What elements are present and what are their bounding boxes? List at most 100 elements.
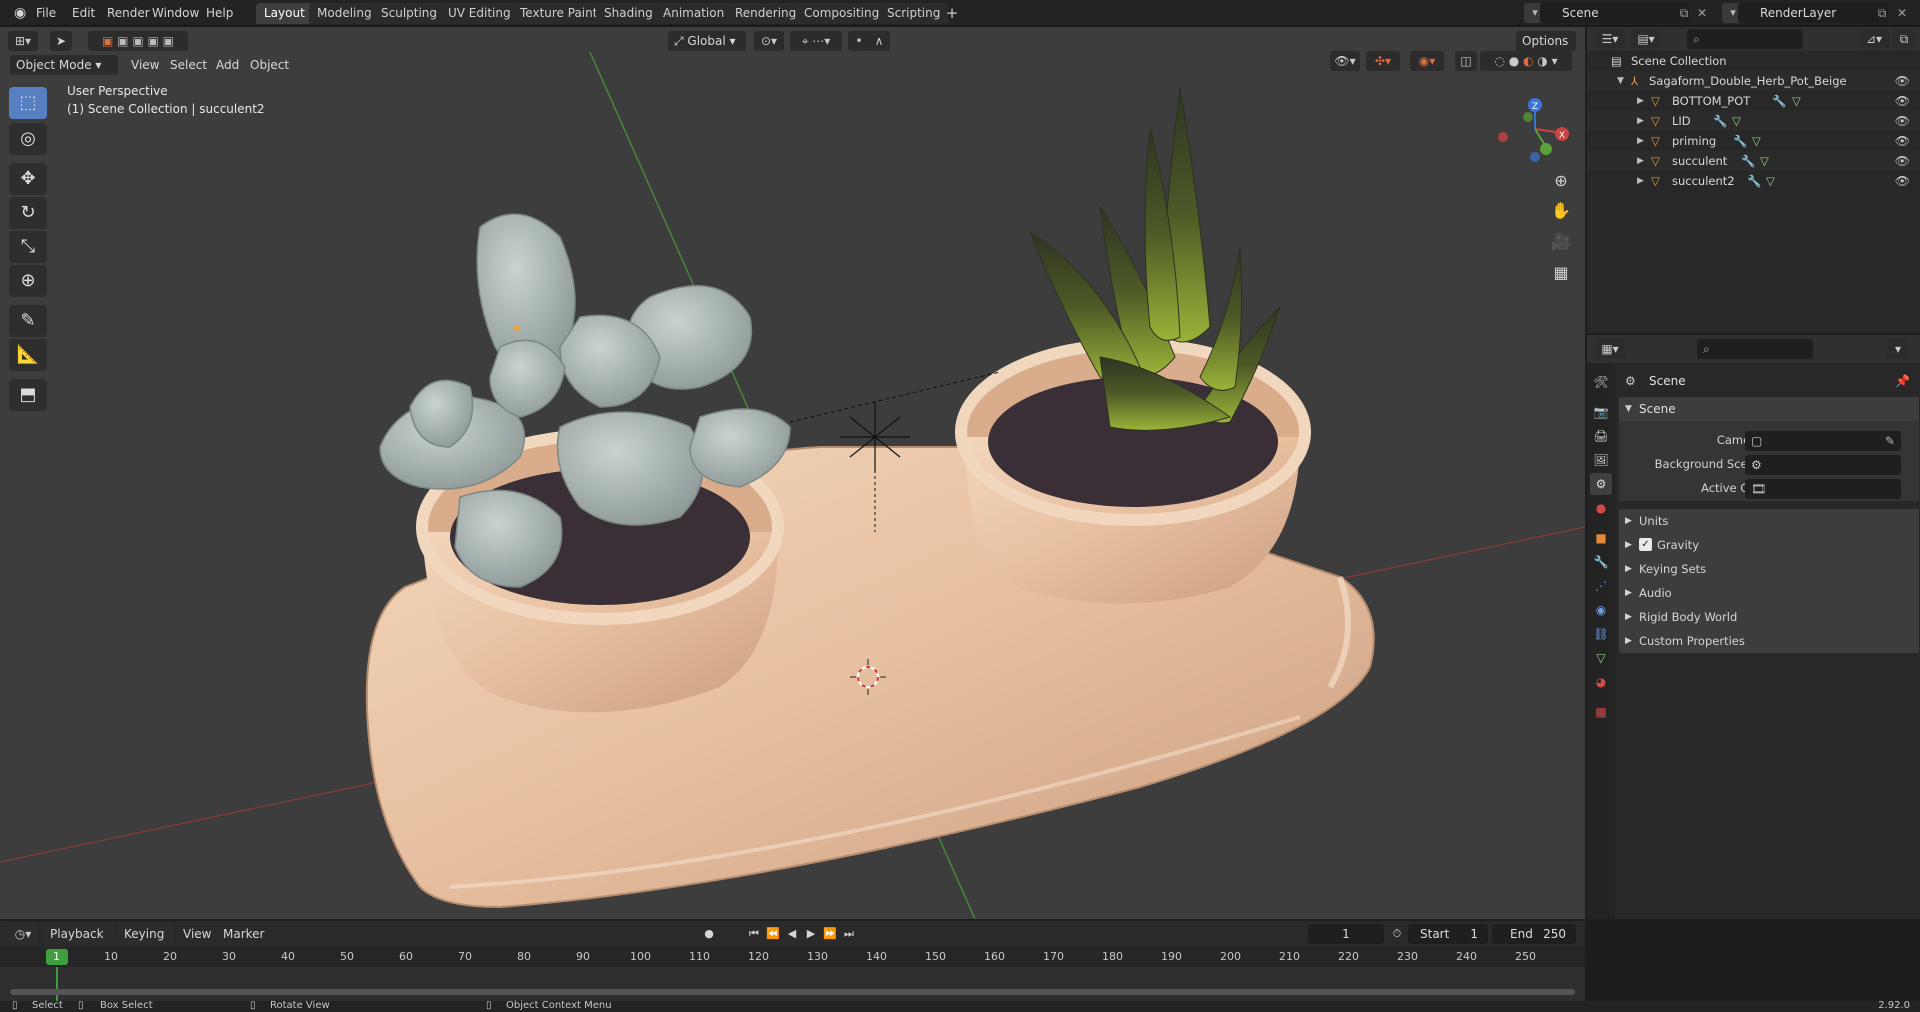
measure-tool-icon[interactable]: 📐 xyxy=(9,339,47,371)
jump-keyframe-back-icon[interactable]: ⏪ xyxy=(764,926,782,942)
add-workspace-button[interactable]: + xyxy=(942,3,962,24)
play-reverse-icon[interactable]: ◀ xyxy=(783,926,801,942)
outliner-row-priming[interactable]: ▶ ▽ priming 🔧 ▽ 👁 xyxy=(1587,131,1920,151)
visibility-eye-icon[interactable]: 👁 xyxy=(1895,111,1910,131)
object-mode-dropdown[interactable]: Object Mode ▾ xyxy=(10,55,118,75)
rigid-body-world-panel[interactable]: ▶ Rigid Body World xyxy=(1619,605,1919,629)
particles-tab-icon[interactable]: ⋰ xyxy=(1590,575,1612,597)
outliner-row-succulent2[interactable]: ▶ ▽ succulent2 🔧 ▽ 👁 xyxy=(1587,171,1920,191)
display-mode-icon[interactable]: ▤▾ xyxy=(1631,29,1661,49)
jump-keyframe-forward-icon[interactable]: ⏩ xyxy=(821,926,839,942)
outliner-row-bottom-pot[interactable]: ▶ ▽ BOTTOM_POT 🔧 ▽ 👁 xyxy=(1587,91,1920,111)
tab-modeling[interactable]: Modeling xyxy=(309,3,380,24)
blender-logo-icon[interactable]: ◉ xyxy=(8,0,30,26)
visibility-eye-icon[interactable]: 👁 xyxy=(1895,171,1910,191)
output-tab-icon[interactable]: 🖨 xyxy=(1590,425,1612,447)
material-tab-icon[interactable]: ◕ xyxy=(1590,671,1612,693)
selection-mode-icons[interactable]: ▣ ▣ ▣ ▣ ▣ xyxy=(88,31,188,51)
camera-view-icon[interactable]: 🎥 xyxy=(1547,228,1575,256)
jump-end-icon[interactable]: ⏭ xyxy=(840,926,858,942)
modifier-tab-icon[interactable]: 🔧 xyxy=(1590,551,1612,573)
ortho-grid-icon[interactable]: ▦ xyxy=(1547,259,1575,287)
tab-uv-editing[interactable]: UV Editing xyxy=(440,3,519,24)
viewport-menu-view[interactable]: View xyxy=(126,55,164,75)
proportional-edit-icon[interactable]: • xyxy=(848,31,870,51)
options-dropdown[interactable]: Options ▾ xyxy=(1516,31,1576,68)
zoom-icon[interactable]: ⊕ xyxy=(1547,167,1575,195)
rotate-tool-icon[interactable]: ↻ xyxy=(9,197,47,229)
viewport-menu-object[interactable]: Object xyxy=(245,55,294,75)
eyedropper-icon[interactable]: ✎ xyxy=(1885,431,1895,451)
outliner-row-scene-collection[interactable]: ▤ Scene Collection xyxy=(1587,51,1920,71)
timeline-scrollbar[interactable] xyxy=(10,989,1575,995)
menu-edit[interactable]: Edit xyxy=(66,0,101,26)
editor-type-icon[interactable]: ⊞▾ xyxy=(8,31,38,51)
gravity-checkbox[interactable]: ✓ xyxy=(1639,538,1652,551)
view-layer-tab-icon[interactable]: 🖼 xyxy=(1590,449,1612,471)
properties-search-input[interactable]: ⌕ xyxy=(1697,339,1813,359)
object-tab-icon[interactable]: ■ xyxy=(1590,527,1612,549)
start-frame-field[interactable]: Start 1 xyxy=(1408,924,1488,944)
viewport-menu-select[interactable]: Select xyxy=(165,55,212,75)
timeline-track-area[interactable] xyxy=(0,967,1585,1001)
falloff-icon[interactable]: ∧ xyxy=(868,31,890,51)
properties-options-icon[interactable]: ▾ xyxy=(1887,339,1909,359)
object-visibility-icon[interactable]: 👁▾ xyxy=(1330,51,1360,71)
select-box-tool-icon[interactable]: ⬚ xyxy=(9,87,47,119)
units-panel[interactable]: ▶ Units xyxy=(1619,509,1919,533)
shading-modes-icon[interactable]: ◌ ● ◐ ◑ ▾ xyxy=(1480,51,1572,71)
tab-scripting[interactable]: Scripting xyxy=(879,3,949,24)
pan-hand-icon[interactable]: ✋ xyxy=(1547,197,1575,225)
pivot-point-icon[interactable]: ⊙▾ xyxy=(754,31,784,51)
delete-scene-icon[interactable]: ✕ xyxy=(1694,5,1710,21)
select-mode-tweak-icon[interactable]: ➤ xyxy=(50,31,72,51)
tab-shading[interactable]: Shading xyxy=(596,3,661,24)
timeline-menu-view[interactable]: View xyxy=(178,924,216,944)
filter-icon[interactable]: ⊿▾ xyxy=(1859,29,1889,49)
outliner-row-parent[interactable]: ▼ ⅄ Sagaform_Double_Herb_Pot_Beige 👁 xyxy=(1587,71,1920,91)
outliner-row-lid[interactable]: ▶ ▽ LID 🔧 ▽ 👁 xyxy=(1587,111,1920,131)
snap-icon[interactable]: ⌖ ⋯▾ xyxy=(790,31,842,51)
outliner-row-succulent[interactable]: ▶ ▽ succulent 🔧 ▽ 👁 xyxy=(1587,151,1920,171)
keying-sets-panel[interactable]: ▶ Keying Sets xyxy=(1619,557,1919,581)
tab-animation[interactable]: Animation xyxy=(655,3,733,24)
custom-properties-panel[interactable]: ▶ Custom Properties xyxy=(1619,629,1919,653)
tab-compositing[interactable]: Compositing xyxy=(796,3,888,24)
overlays-toggle-icon[interactable]: ◉▾ xyxy=(1410,51,1444,71)
data-tab-icon[interactable]: ▽ xyxy=(1590,647,1612,669)
auto-keying-icon[interactable]: ● xyxy=(700,926,718,942)
xray-toggle-icon[interactable]: ◫ xyxy=(1455,51,1477,71)
timeline-ruler[interactable]: 1 10 20 30 40 50 60 70 80 90 100 110 120… xyxy=(0,947,1585,967)
menu-file[interactable]: File xyxy=(30,0,62,26)
annotate-tool-icon[interactable]: ✎ xyxy=(9,305,47,337)
add-cube-tool-icon[interactable]: ⬒ xyxy=(9,379,47,411)
new-collection-icon[interactable]: ⧉ xyxy=(1893,29,1915,49)
tool-tab-icon[interactable]: 🛠 xyxy=(1590,371,1612,393)
gizmo-toggle-icon[interactable]: ✣▾ xyxy=(1366,51,1400,71)
texture-tab-icon[interactable]: ▩ xyxy=(1590,701,1612,723)
delete-view-layer-icon[interactable]: ✕ xyxy=(1894,5,1910,21)
menu-help[interactable]: Help xyxy=(200,0,239,26)
3d-viewport[interactable]: ⊞▾ ➤ ▣ ▣ ▣ ▣ ▣ Object Mode ▾ View Select… xyxy=(0,27,1585,919)
visibility-eye-icon[interactable]: 👁 xyxy=(1895,131,1910,151)
preview-range-icon[interactable]: ⏱ xyxy=(1388,926,1406,942)
physics-tab-icon[interactable]: ◉ xyxy=(1590,599,1612,621)
visibility-eye-icon[interactable]: 👁 xyxy=(1895,151,1910,171)
play-icon[interactable]: ▶ xyxy=(802,926,820,942)
keying-menu[interactable]: Keying ▾ xyxy=(118,924,174,961)
tab-layout[interactable]: Layout xyxy=(256,3,313,24)
end-frame-field[interactable]: End 250 xyxy=(1492,924,1576,944)
outliner-search-input[interactable]: ⌕ xyxy=(1687,29,1803,49)
pin-icon[interactable]: 📌 xyxy=(1895,369,1910,393)
scene-name-field[interactable]: Scene xyxy=(1540,3,1690,23)
active-clip-field[interactable]: 🎞 xyxy=(1745,479,1901,499)
world-tab-icon[interactable]: ● xyxy=(1590,497,1612,519)
camera-field[interactable]: ▢ ✎ xyxy=(1745,431,1901,451)
new-view-layer-icon[interactable]: ⧉ xyxy=(1874,5,1890,21)
tab-texture-paint[interactable]: Texture Paint xyxy=(512,3,606,24)
jump-start-icon[interactable]: ⏮ xyxy=(745,926,763,942)
timeline-editor-type-icon[interactable]: ◷▾ xyxy=(8,924,38,944)
menu-window[interactable]: Window xyxy=(146,0,205,26)
cursor-tool-icon[interactable]: ◎ xyxy=(9,123,47,155)
navigation-gizmo[interactable]: Z X xyxy=(1490,89,1580,169)
